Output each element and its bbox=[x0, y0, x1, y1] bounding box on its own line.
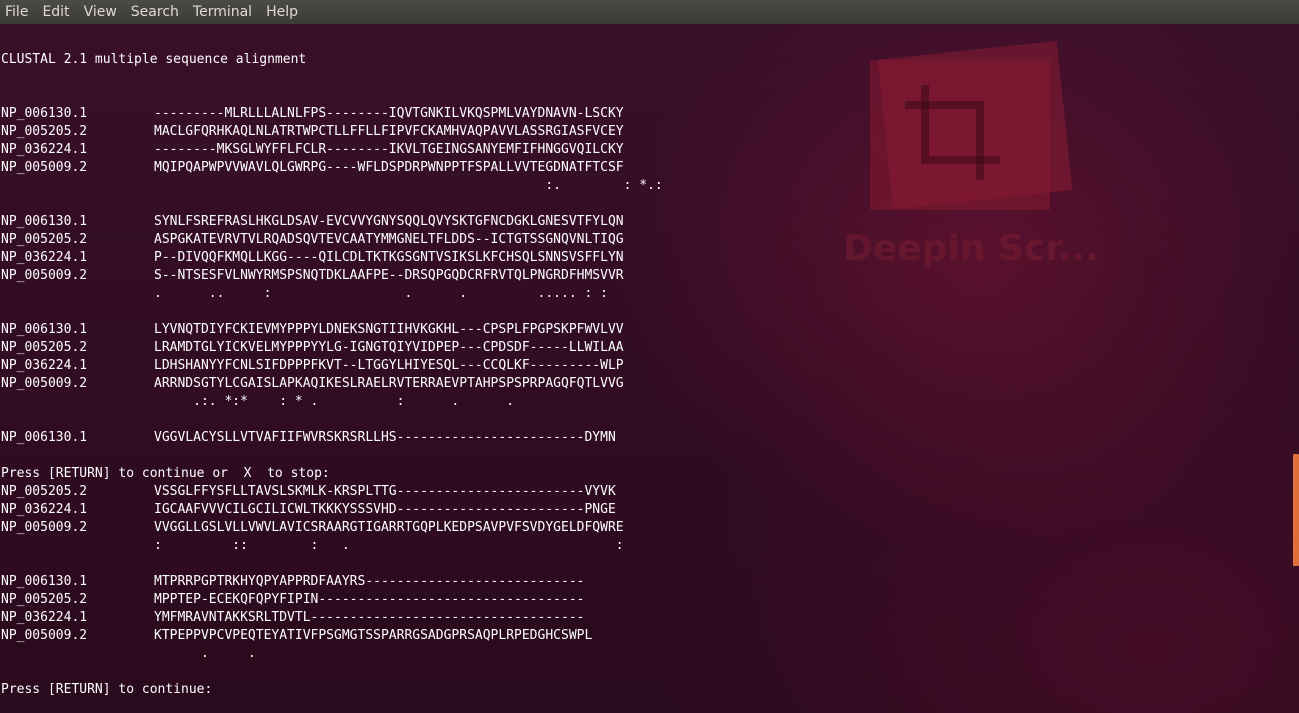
sequence-residues: VVGGLLGSLVLLVWVLAVICSRAARGTIGARRTGQPLKED… bbox=[154, 520, 624, 535]
consensus-symbols: .:. *:* : * . : . . bbox=[154, 394, 515, 409]
sequence-id: NP_005009.2 bbox=[1, 268, 88, 283]
sequence-id: NP_005009.2 bbox=[1, 520, 88, 535]
sequence-residues: ARRNDSGTYLCGAISLAPKAQIKESLRAELRVTERRAEVP… bbox=[154, 376, 624, 391]
sequence-residues: --------MKSGLWYFFLFCLR--------IKVLTGEING… bbox=[154, 142, 624, 157]
sequence-residues: YMFMRAVNTAKKSRLTDVTL--------------------… bbox=[154, 610, 585, 625]
sequence-residues: LYVNQTDIYFCKIEVMYPPPYLDNEKSNGTIIHVKGKHL-… bbox=[154, 322, 624, 337]
sequence-id: NP_005009.2 bbox=[1, 628, 88, 643]
sequence-id: NP_036224.1 bbox=[1, 142, 88, 157]
sequence-residues: ---------MLRLLLALNLFPS--------IQVTGNKILV… bbox=[154, 106, 624, 121]
sequence-id: NP_036224.1 bbox=[1, 502, 88, 517]
sequence-id: NP_005205.2 bbox=[1, 592, 88, 607]
consensus-symbols: . .. : . . ..... : : bbox=[154, 286, 608, 301]
sequence-id: NP_006130.1 bbox=[1, 430, 88, 445]
sequence-id: NP_036224.1 bbox=[1, 610, 88, 625]
sequence-id: NP_005205.2 bbox=[1, 484, 88, 499]
sequence-id: NP_005009.2 bbox=[1, 376, 88, 391]
menu-search[interactable]: Search bbox=[124, 4, 186, 20]
menu-terminal[interactable]: Terminal bbox=[186, 4, 259, 20]
sequence-residues: LRAMDTGLYICKVELMYPPPYYLG-IGNGTQIYVIDPEP-… bbox=[154, 340, 624, 355]
consensus-symbols: . . bbox=[154, 646, 256, 661]
sequence-residues: MTPRRPGPTRKHYQPYAPPRDFAAYRS-------------… bbox=[154, 574, 585, 589]
sequence-residues: MACLGFQRHKAQLNLATRTWPCTLLFFLLFIPVFCKAMHV… bbox=[154, 124, 624, 139]
sequence-residues: P--DIVQQFKMQLLKGG----QILCDLTKTKGSGNTVSIK… bbox=[154, 250, 624, 265]
sequence-residues: MQIPQAPWPVVWAVLQLGWRPG----WFLDSPDRPWNPPT… bbox=[154, 160, 624, 175]
scrollbar-thumb[interactable] bbox=[1293, 454, 1299, 566]
consensus-symbols: :. : *.: bbox=[154, 178, 663, 193]
sequence-id: NP_006130.1 bbox=[1, 322, 88, 337]
sequence-id: NP_005009.2 bbox=[1, 160, 88, 175]
sequence-residues: SYNLFSREFRASLHKGLDSAV-EVCVVYGNYSQQLQVYSK… bbox=[154, 214, 624, 229]
sequence-id: NP_036224.1 bbox=[1, 358, 88, 373]
terminal-output[interactable]: CLUSTAL 2.1 multiple sequence alignment N… bbox=[1, 24, 1281, 713]
sequence-id: NP_006130.1 bbox=[1, 106, 88, 121]
sequence-residues: IGCAAFVVVCILGCILICWLTKKKYSSSVHD---------… bbox=[154, 502, 616, 517]
sequence-residues: LDHSHANYYFCNLSIFDPPPFKVT--LTGGYLHIYESQL-… bbox=[154, 358, 624, 373]
menu-help[interactable]: Help bbox=[259, 4, 305, 20]
sequence-residues: VSSGLFFYSFLLTAVSLSKMLK-KRSPLTTG---------… bbox=[154, 484, 616, 499]
terminal-window: Deepin Scr... File Edit View Search Term… bbox=[0, 0, 1299, 713]
sequence-id: NP_036224.1 bbox=[1, 250, 88, 265]
sequence-residues: MPPTEP-ECEKQFQPYFIPIN-------------------… bbox=[154, 592, 585, 607]
sequence-residues: VGGVLACYSLLVTVAFIIFWVRSKRSRLLHS---------… bbox=[154, 430, 616, 445]
consensus-symbols: : :: : . : bbox=[154, 538, 624, 553]
menu-bar: File Edit View Search Terminal Help bbox=[0, 0, 1299, 24]
menu-edit[interactable]: Edit bbox=[35, 4, 76, 20]
sequence-id: NP_005205.2 bbox=[1, 340, 88, 355]
sequence-residues: ASPGKATEVRVTVLRQADSQVTEVCAATYMMGNELTFLDD… bbox=[154, 232, 624, 247]
prompt-continue: Press [RETURN] to continue: bbox=[1, 682, 213, 697]
sequence-id: NP_005205.2 bbox=[1, 124, 88, 139]
sequence-id: NP_006130.1 bbox=[1, 574, 88, 589]
menu-view[interactable]: View bbox=[77, 4, 124, 20]
alignment-header: CLUSTAL 2.1 multiple sequence alignment bbox=[1, 52, 307, 67]
menu-file[interactable]: File bbox=[0, 4, 35, 20]
prompt-continue-or-stop: Press [RETURN] to continue or X to stop: bbox=[1, 466, 330, 481]
sequence-residues: KTPEPPVPCVPEQTEYATIVFPSGMGTSSPARRGSADGPR… bbox=[154, 628, 593, 643]
sequence-id: NP_006130.1 bbox=[1, 214, 88, 229]
sequence-id: NP_005205.2 bbox=[1, 232, 88, 247]
sequence-residues: S--NTSESFVLNWYRMSPSNQTDKLAAFPE--DRSQPGQD… bbox=[154, 268, 624, 283]
